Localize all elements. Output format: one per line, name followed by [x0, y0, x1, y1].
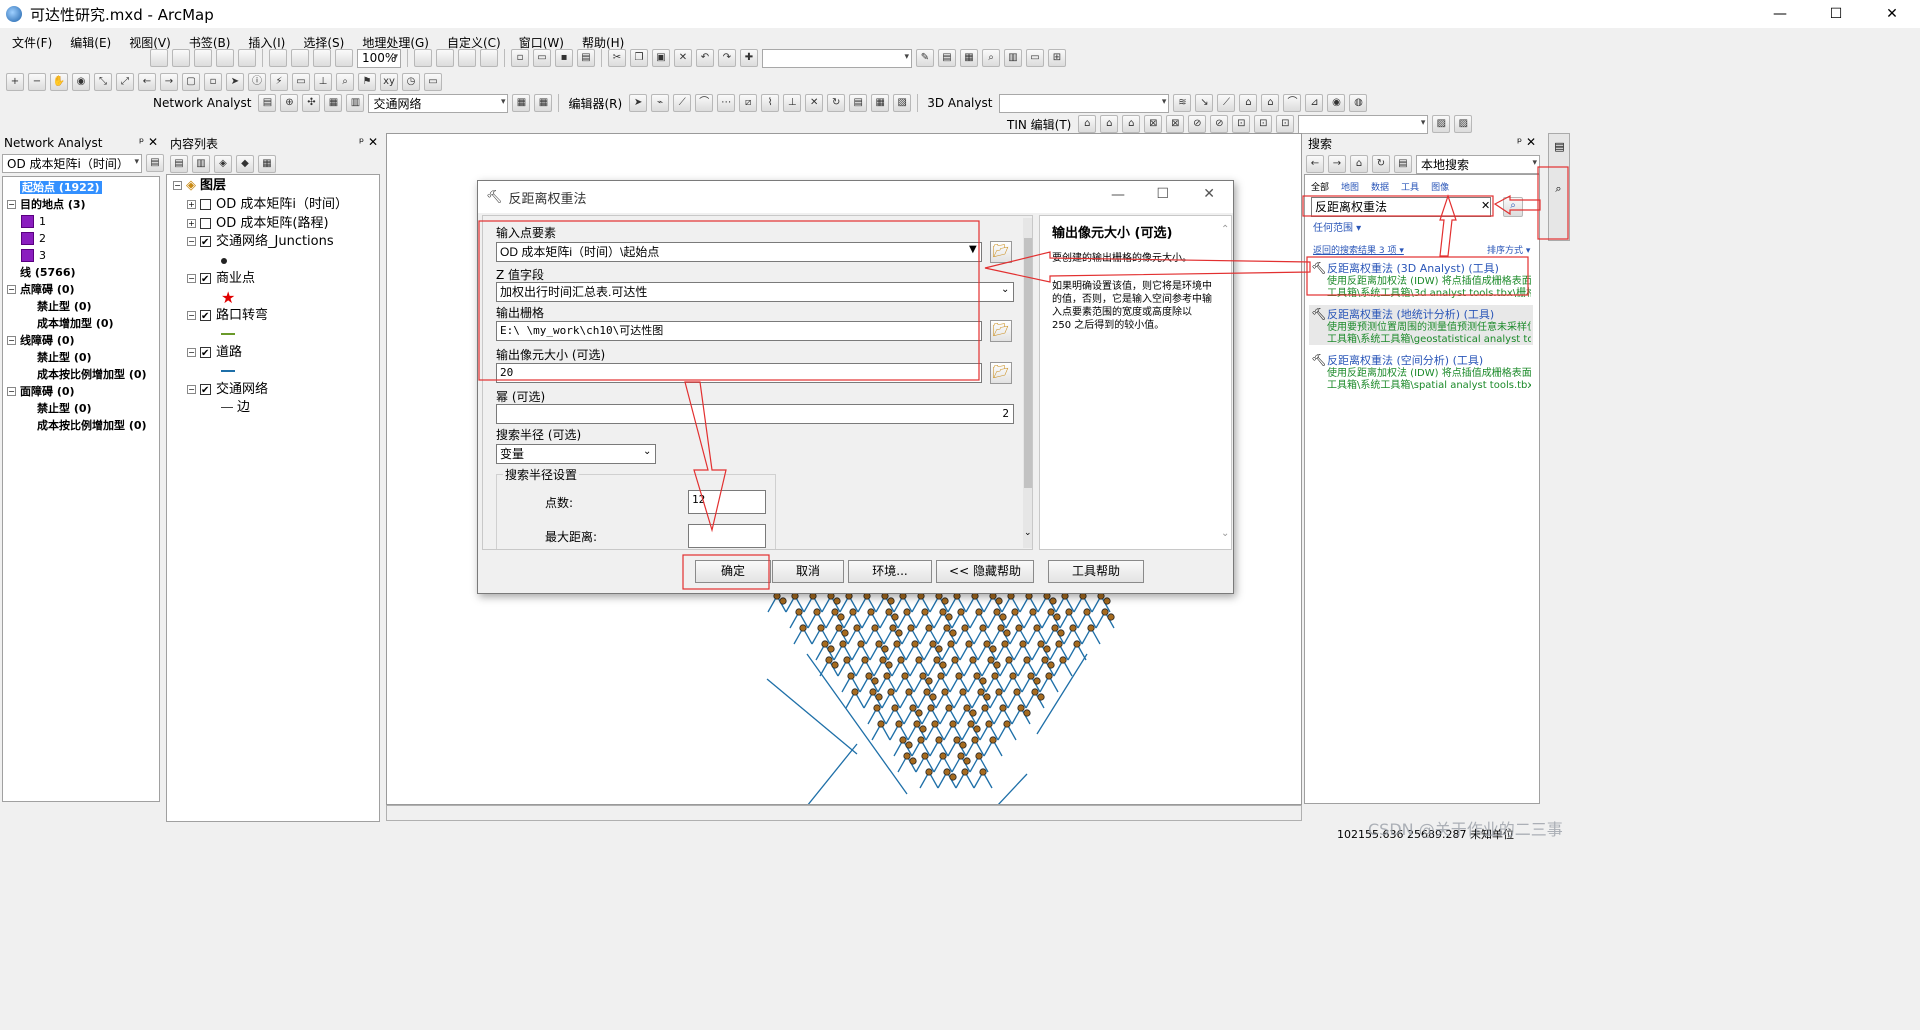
annotation-overlay — [478, 166, 1569, 590]
status-bar: 102155.636 25689.287 未知单位 CSDN @关于作业的二三事 — [0, 820, 1920, 842]
annotation-box-result — [1306, 256, 1529, 296]
annotation-box-ok — [682, 554, 770, 590]
watermark: CSDN @关于作业的二三事 — [1368, 820, 1563, 839]
annotation-arrow-search — [1493, 195, 1541, 216]
annotation-arrow-down — [684, 381, 727, 533]
annotation-arrow-left — [984, 251, 1311, 283]
annotation-box-dock — [1537, 166, 1569, 240]
annotation-arrow-up — [1439, 194, 1457, 257]
annotation-box-search — [1302, 195, 1494, 217]
annotation-box-params — [478, 220, 980, 381]
